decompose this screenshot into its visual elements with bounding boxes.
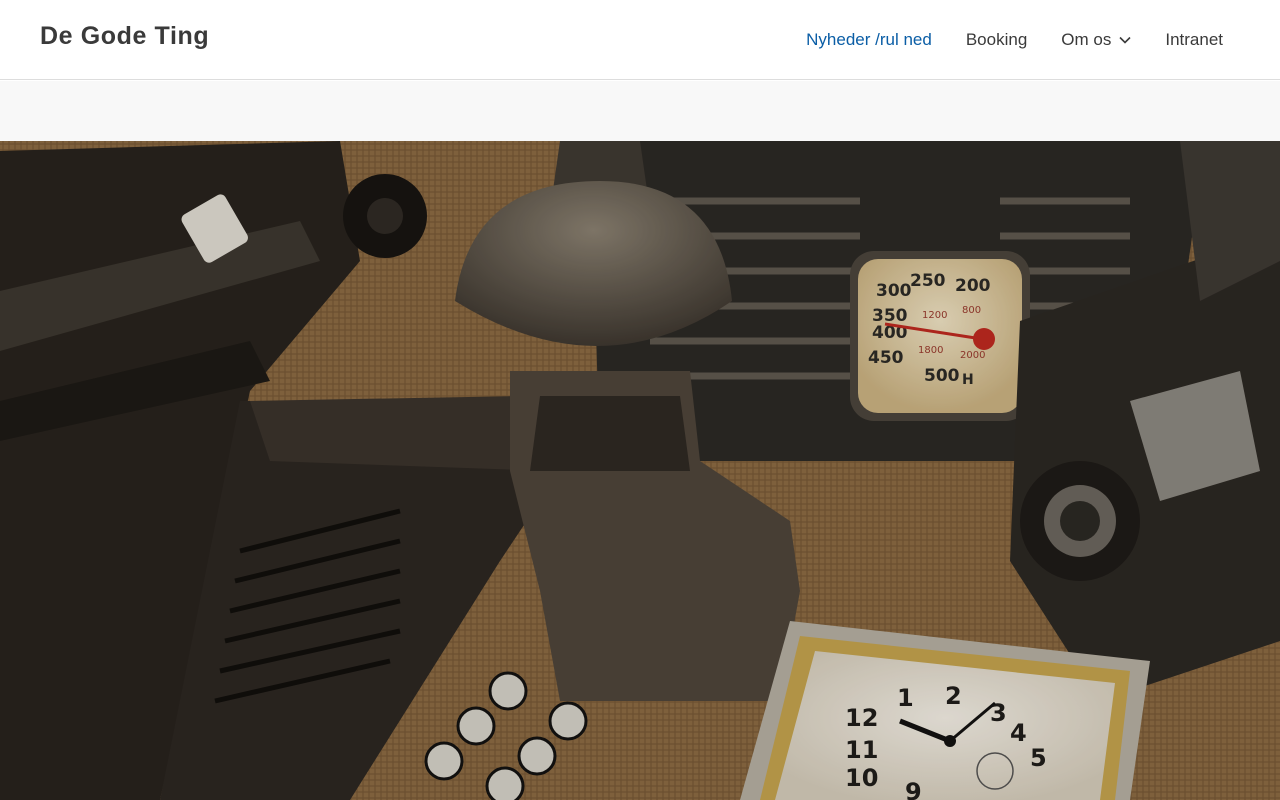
site-title[interactable]: De Gode Ting — [40, 22, 209, 51]
nav-item-om-os[interactable]: Om os — [1044, 0, 1148, 80]
site-header: De Gode Ting Nyheder /rul ned Booking Om… — [0, 0, 1280, 80]
nav-item-om-os-label: Om os — [1061, 30, 1112, 49]
nav-item-nyheder[interactable]: Nyheder /rul ned — [789, 0, 949, 80]
page-title-band — [0, 81, 1280, 141]
main-navigation: Nyheder /rul ned Booking Om os Intranet — [789, 0, 1240, 80]
chevron-down-icon[interactable] — [1119, 36, 1131, 44]
nav-item-intranet[interactable]: Intranet — [1148, 0, 1240, 80]
hero-image: 250 200 300 350 400 450 500 1200 800 180… — [0, 141, 1280, 800]
nav-item-booking[interactable]: Booking — [949, 0, 1044, 80]
